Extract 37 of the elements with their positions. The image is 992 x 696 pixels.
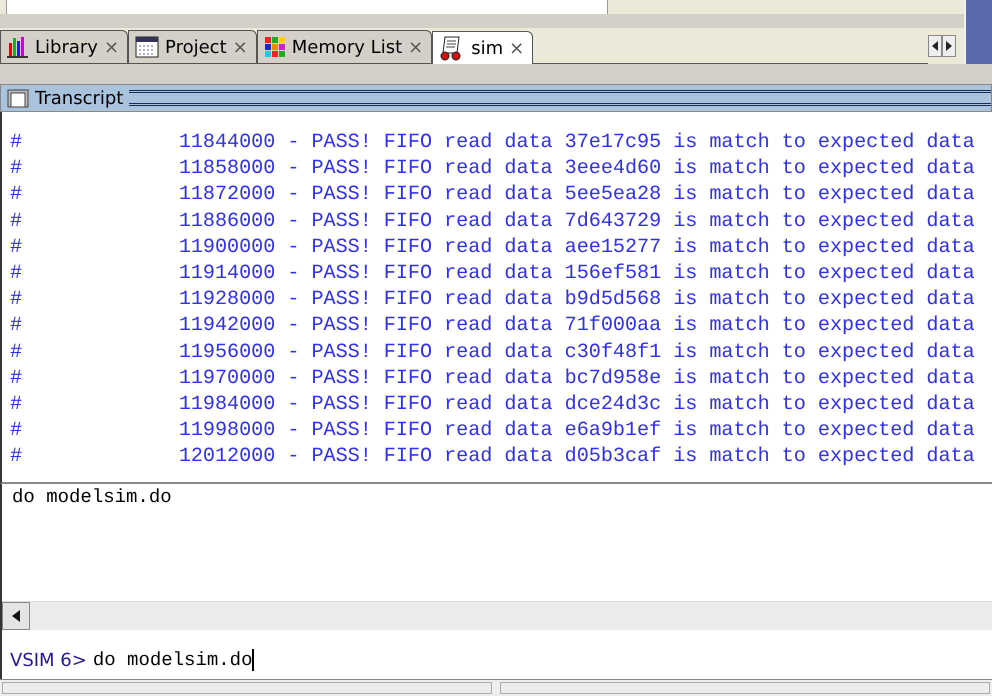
log-line: # 11984000 - PASS! FIFO read data dce24d3c is match to expected data: [9, 392, 976, 418]
color-grid-icon: [264, 36, 286, 58]
log-line: # 11886000 - PASS! FIFO read data 7d643729 is match to expected data: [9, 208, 976, 235]
log-line: # 11942000 - PASS! FIFO read data 71f000aa is match to expected data: [9, 313, 976, 340]
log-line: # 11998000 - PASS! FIFO read data e6a9b1ef is match to expected data: [9, 418, 976, 444]
left-arrow-icon: [932, 41, 938, 51]
calendar-icon: [135, 36, 160, 58]
close-icon[interactable]: ×: [104, 36, 120, 58]
log-line: # 12012000 - PASS! FIFO read data d05b3caf is match to expected data: [9, 444, 976, 470]
scroll-left-button[interactable]: [2, 602, 30, 630]
history-line: do modelsim.do: [12, 486, 173, 508]
panel-title: Transcript: [35, 88, 124, 108]
log-line: # 11956000 - PASS! FIFO read data c30f48f1 is match to expected data: [9, 340, 976, 366]
log-line: # 11914000 - PASS! FIFO read data 156ef581 is match to expected data: [9, 261, 976, 288]
close-icon[interactable]: ×: [509, 38, 524, 58]
log-line: # 11858000 - PASS! FIFO read data 3eee4d60 is match to expected data: [9, 156, 976, 182]
tab[interactable]: Library ×: [0, 30, 128, 64]
log-line: # 11900000 - PASS! FIFO read data aee15277 is match to expected data: [9, 234, 976, 261]
log-line: # 11872000 - PASS! FIFO read data 5ee5ea28 is match to expected data: [9, 182, 976, 208]
left-arrow-icon: [12, 610, 20, 622]
scroll-left-button[interactable]: [928, 35, 942, 57]
log-line: # 11928000 - PASS! FIFO read data b9d5d568 is match to expected data: [9, 287, 976, 314]
window-icon: [7, 88, 29, 108]
log-line: # 11844000 - PASS! FIFO read data 37e17c95 is match to expected data: [9, 130, 976, 156]
prompt-label: VSIM 6>: [10, 650, 87, 671]
command-input[interactable]: do modelsim.do: [92, 649, 254, 671]
right-arrow-icon: [946, 41, 952, 51]
tab[interactable]: sim ×: [432, 31, 534, 64]
scroll-right-button[interactable]: [942, 35, 956, 57]
close-icon[interactable]: ×: [408, 36, 424, 58]
bar-chart-icon: [7, 35, 29, 59]
close-icon[interactable]: ×: [232, 36, 248, 58]
tab[interactable]: Memory List ×: [256, 30, 432, 64]
log-line: # 11970000 - PASS! FIFO read data bc7d958e is match to expected data: [9, 366, 976, 392]
side-panel: [964, 0, 992, 64]
horizontal-scrollbar[interactable]: [2, 601, 992, 630]
tab[interactable]: Project ×: [128, 30, 257, 64]
